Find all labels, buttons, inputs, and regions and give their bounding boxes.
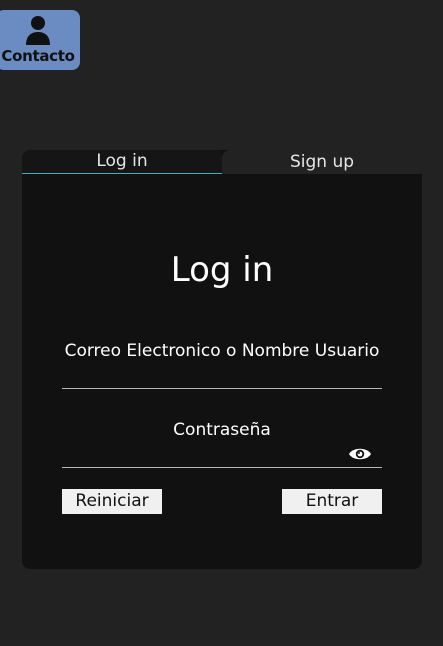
password-field-label: Contraseña [173,420,271,440]
form-title: Log in [170,250,274,290]
auth-tabs: Log in Sign up [22,150,422,174]
auth-card: Log in Sign up Log in Correo Electronico… [22,150,422,569]
eye-icon[interactable] [348,444,372,464]
contact-label: Contacto [1,47,75,65]
submit-button[interactable]: Entrar [282,489,382,514]
contact-button[interactable]: Contacto [0,10,80,70]
tab-login[interactable]: Log in [22,150,222,174]
user-field-label: Correo Electronico o Nombre Usuario [64,341,380,361]
person-icon [25,15,51,45]
reset-button[interactable]: Reiniciar [62,489,162,514]
password-input[interactable] [62,446,382,468]
user-input[interactable] [62,367,382,389]
tab-signup[interactable]: Sign up [222,150,422,174]
